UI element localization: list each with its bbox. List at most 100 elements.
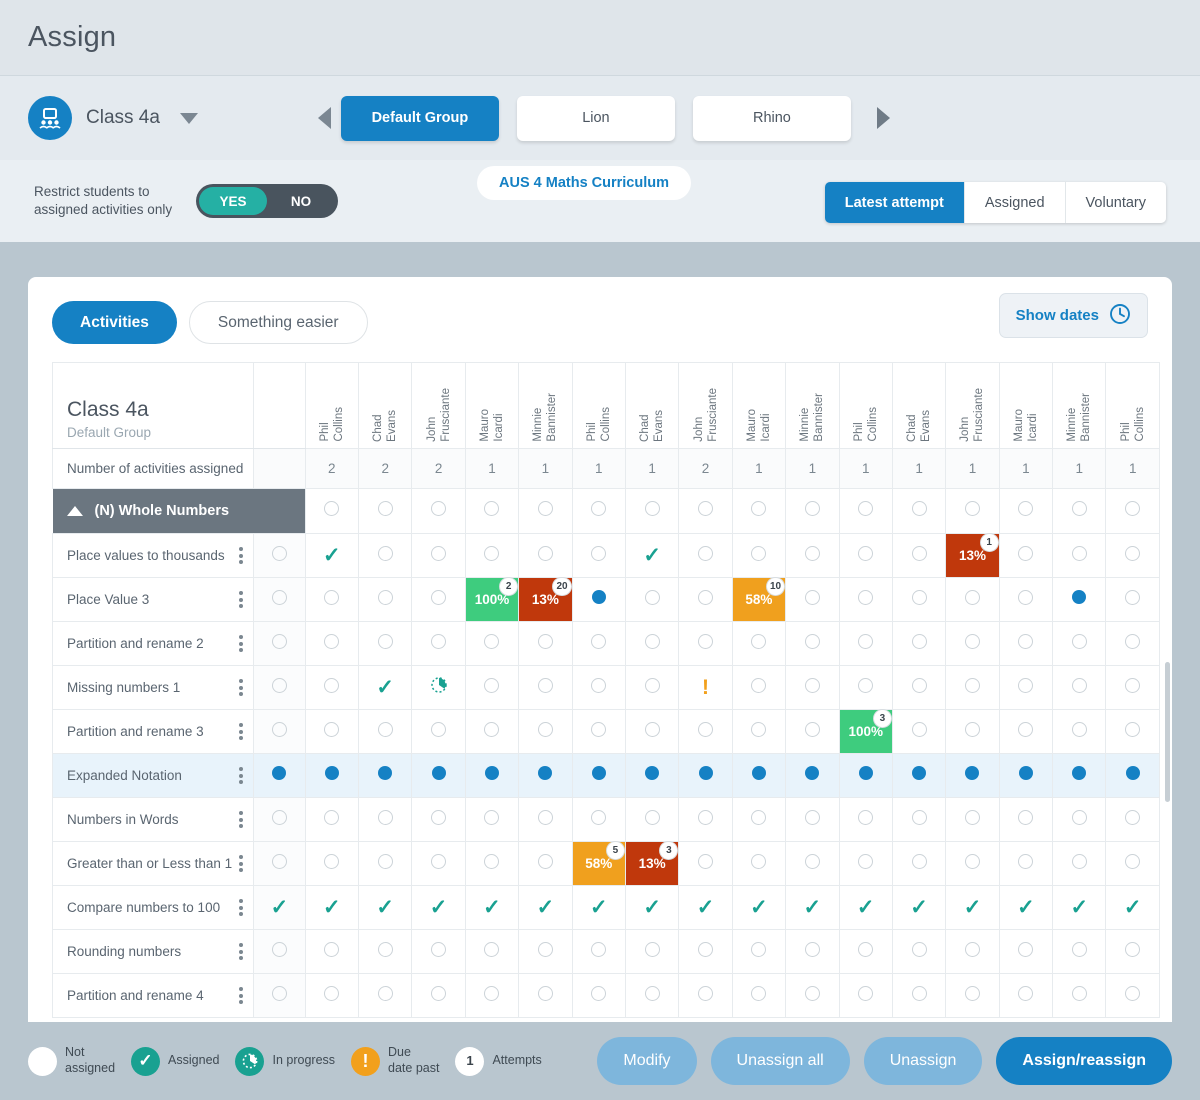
restrict-toggle[interactable]: YES NO	[196, 184, 338, 218]
grid-cell[interactable]	[998, 621, 1054, 666]
grid-cell[interactable]	[1105, 665, 1160, 710]
grid-cell[interactable]	[678, 753, 733, 798]
grid-cell[interactable]: ✓	[731, 885, 787, 930]
grid-cell[interactable]	[304, 973, 360, 1018]
grid-cell[interactable]	[624, 929, 680, 974]
row-menu-icon[interactable]	[239, 677, 244, 699]
show-dates-button[interactable]: Show dates	[998, 293, 1148, 338]
grid-cell[interactable]	[518, 533, 573, 578]
grid-cell[interactable]	[891, 797, 947, 842]
grid-cell[interactable]	[411, 797, 466, 842]
grid-cell[interactable]: ✓	[1052, 885, 1107, 930]
table-row[interactable]: Expanded Notation	[51, 753, 1160, 798]
table-row[interactable]: Numbers in Words	[51, 797, 1160, 842]
grid-cell[interactable]	[838, 577, 893, 622]
grid-cell[interactable]	[1105, 709, 1160, 754]
row-select-cell[interactable]	[253, 577, 306, 622]
activity-label[interactable]: Partition and rename 2	[51, 621, 255, 666]
grid-cell[interactable]: 13% 1	[945, 533, 1000, 578]
grid-cell[interactable]	[785, 797, 840, 842]
grid-cell[interactable]	[357, 753, 413, 798]
grid-cell[interactable]: ✓	[518, 885, 573, 930]
grid-cell[interactable]	[838, 621, 893, 666]
tab-activities[interactable]: Activities	[52, 301, 177, 344]
arrow-right-icon[interactable]	[876, 107, 890, 129]
grid-cell[interactable]	[571, 797, 626, 842]
tab-latest-attempt[interactable]: Latest attempt	[824, 182, 965, 223]
group-tab-rhino[interactable]: Rhino	[692, 95, 851, 141]
grid-cell[interactable]	[518, 929, 573, 974]
grid-cell[interactable]	[945, 753, 1000, 798]
grid-cell[interactable]	[998, 665, 1054, 710]
grid-cell[interactable]	[1052, 797, 1107, 842]
grid-cell[interactable]: 100% 2	[464, 577, 520, 622]
grid-cell[interactable]	[1052, 533, 1107, 578]
grid-cell[interactable]	[785, 621, 840, 666]
vertical-scrollbar[interactable]	[1165, 662, 1170, 802]
unassign-all-button[interactable]: Unassign all	[710, 1037, 850, 1085]
row-select-cell[interactable]	[253, 753, 306, 798]
row-menu-icon[interactable]	[239, 589, 244, 611]
grid-cell[interactable]: ✓	[304, 533, 360, 578]
grid-cell[interactable]	[518, 841, 573, 886]
grid-cell[interactable]	[518, 797, 573, 842]
grid-cell[interactable]	[998, 841, 1054, 886]
grid-cell[interactable]	[678, 577, 733, 622]
grid-cell[interactable]	[518, 621, 573, 666]
grid-cell[interactable]	[945, 621, 1000, 666]
grid-cell[interactable]	[1052, 929, 1107, 974]
grid-cell[interactable]	[464, 929, 520, 974]
activity-label[interactable]: Greater than or Less than 1	[51, 841, 255, 886]
table-row[interactable]: Rounding numbers	[51, 929, 1160, 974]
row-menu-icon[interactable]	[239, 721, 244, 743]
grid-cell[interactable]	[464, 665, 520, 710]
row-menu-icon[interactable]	[239, 633, 244, 655]
grid-cell[interactable]	[304, 929, 360, 974]
grid-cell[interactable]	[891, 841, 947, 886]
modify-button[interactable]: Modify	[597, 1037, 697, 1085]
table-row[interactable]: Place values to thousands ✓ ✓ 13% 1	[51, 533, 1160, 578]
grid-cell[interactable]	[411, 929, 466, 974]
grid-cell[interactable]	[304, 577, 360, 622]
grid-cell[interactable]	[998, 973, 1054, 1018]
grid-cell[interactable]	[785, 533, 840, 578]
table-row[interactable]: Place Value 3 100% 2 13% 20 58% 10	[51, 577, 1160, 622]
grid-cell[interactable]	[624, 753, 680, 798]
grid-cell[interactable]	[731, 841, 787, 886]
grid-cell[interactable]	[1105, 621, 1160, 666]
table-row[interactable]: Compare numbers to 100 ✓ ✓ ✓ ✓ ✓ ✓ ✓ ✓ ✓ ✓ ✓ ✓ ✓ ✓ ✓ ✓ ✓	[51, 885, 1160, 930]
toggle-yes-option[interactable]: YES	[199, 187, 267, 215]
grid-cell[interactable]: ✓	[838, 885, 893, 930]
grid-cell[interactable]	[411, 621, 466, 666]
grid-cell[interactable]	[998, 577, 1054, 622]
grid-cell[interactable]	[624, 709, 680, 754]
grid-cell[interactable]	[411, 665, 466, 710]
grid-cell[interactable]	[678, 841, 733, 886]
row-menu-icon[interactable]	[239, 897, 244, 919]
grid-cell[interactable]	[891, 533, 947, 578]
row-menu-icon[interactable]	[239, 765, 244, 787]
grid-cell[interactable]	[731, 797, 787, 842]
table-row[interactable]: Missing numbers 1 ✓!	[51, 665, 1160, 710]
grid-cell[interactable]	[571, 621, 626, 666]
grid-cell[interactable]	[304, 621, 360, 666]
activity-label[interactable]: Place Value 3	[51, 577, 255, 622]
row-select-cell[interactable]: ✓	[253, 885, 306, 930]
grid-cell[interactable]	[678, 709, 733, 754]
row-menu-icon[interactable]	[239, 545, 244, 567]
tab-something-easier[interactable]: Something easier	[188, 301, 368, 344]
grid-cell[interactable]	[838, 841, 893, 886]
grid-cell[interactable]	[464, 797, 520, 842]
grid-cell[interactable]	[1105, 841, 1160, 886]
grid-cell[interactable]: 58% 5	[571, 841, 626, 886]
grid-cell[interactable]: ✓	[678, 885, 733, 930]
grid-cell[interactable]	[678, 621, 733, 666]
grid-cell[interactable]	[678, 973, 733, 1018]
grid-cell[interactable]	[464, 841, 520, 886]
row-select-cell[interactable]	[253, 709, 306, 754]
row-select-cell[interactable]	[253, 929, 306, 974]
activity-label[interactable]: Numbers in Words	[51, 797, 255, 842]
grid-cell[interactable]	[998, 709, 1054, 754]
grid-cell[interactable]	[785, 577, 840, 622]
grid-cell[interactable]	[464, 533, 520, 578]
